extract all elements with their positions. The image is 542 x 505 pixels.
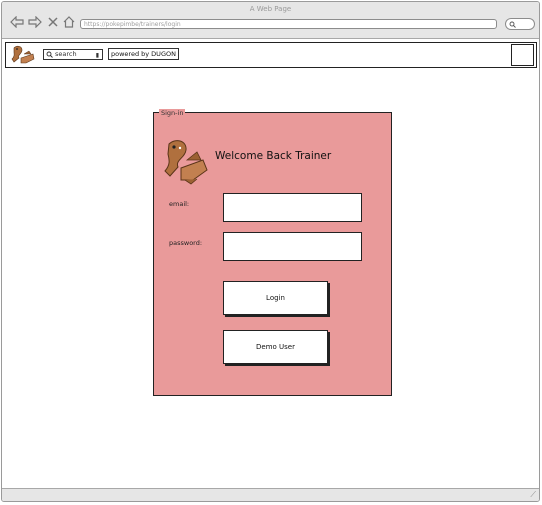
close-x-icon[interactable] — [46, 15, 60, 29]
site-toolbar: search ▮ powered by DUGON — [5, 42, 537, 68]
window-title: A Web Page — [249, 5, 292, 13]
microphone-icon[interactable]: ▮ — [96, 51, 99, 60]
signin-legend: Sign-in — [159, 109, 186, 117]
email-label: email: — [169, 200, 190, 208]
resize-grip-icon[interactable]: ⟋ — [530, 490, 536, 500]
signin-panel: Sign-in Welcome Back Trainer email: pass… — [153, 109, 392, 396]
powered-by-label: powered by DUGON — [108, 48, 179, 60]
dugon-logo-icon[interactable] — [11, 45, 35, 69]
toolbar-search-input[interactable]: search ▮ — [43, 49, 103, 60]
toolbar-placeholder-box[interactable] — [511, 44, 534, 66]
demo-user-button[interactable]: Demo User — [223, 330, 328, 364]
search-placeholder: search — [55, 50, 77, 58]
browser-window: A Web Page https://pokepimbe/trainers/lo… — [1, 1, 540, 502]
login-button[interactable]: Login — [223, 281, 328, 315]
email-field[interactable] — [223, 193, 362, 222]
welcome-heading: Welcome Back Trainer — [215, 150, 332, 162]
browser-search-button[interactable] — [505, 18, 535, 30]
password-label: password: — [169, 239, 203, 247]
home-icon[interactable] — [62, 15, 76, 29]
address-bar[interactable]: https://pokepimbe/trainers/login — [80, 19, 497, 29]
password-field[interactable] — [223, 232, 362, 261]
back-arrow-icon[interactable] — [10, 15, 24, 29]
status-bar: ⟋ — [2, 488, 539, 501]
browser-chrome: A Web Page https://pokepimbe/trainers/lo… — [2, 2, 539, 39]
search-icon — [46, 51, 53, 58]
forward-arrow-icon[interactable] — [28, 15, 42, 29]
search-icon — [509, 21, 516, 28]
dugon-logo-icon — [163, 138, 209, 190]
